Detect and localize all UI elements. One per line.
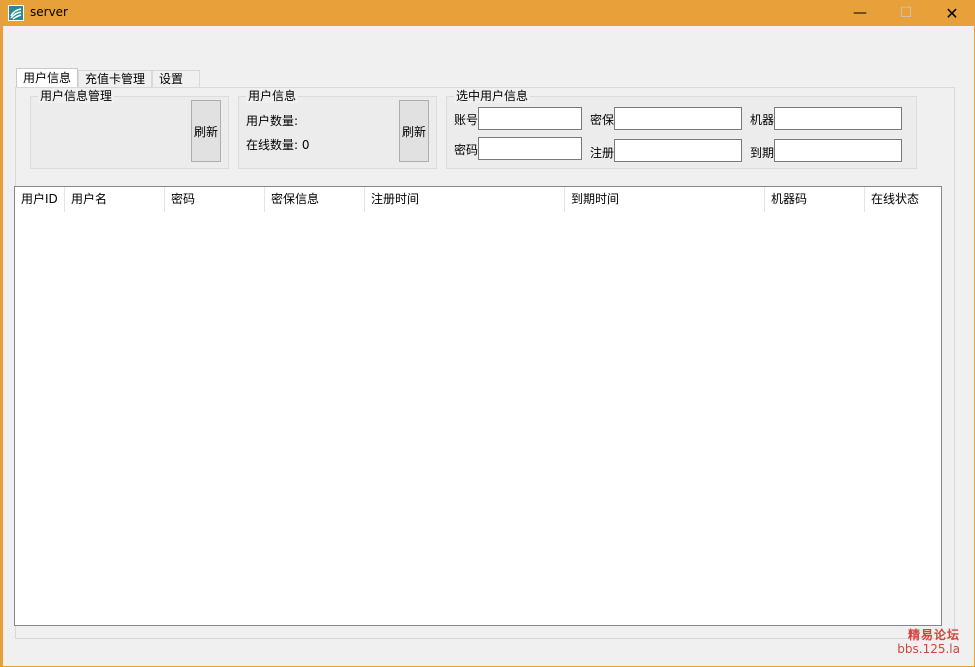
expire-label: 到期 — [750, 146, 775, 160]
watermark-url: bbs.125.la — [897, 642, 960, 656]
maximize-button[interactable]: ☐ — [883, 0, 929, 26]
refresh-button[interactable]: 刷新 — [399, 100, 429, 162]
security-field[interactable] — [614, 107, 742, 130]
security-label: 密保 — [590, 113, 615, 127]
column-header-online-status[interactable]: 在线状态 — [865, 187, 941, 212]
user-info-group: 用户信息 用户数量: 在线数量: 0 刷新 — [238, 89, 437, 169]
watermark: 精易论坛 bbs.125.la — [897, 628, 960, 656]
tab-user-info[interactable]: 用户信息 — [16, 68, 79, 88]
tab-recharge-card[interactable]: 充值卡管理 — [78, 70, 153, 87]
user-count-label: 用户数量: — [246, 114, 299, 128]
app-icon — [8, 5, 24, 21]
account-label: 账号 — [454, 113, 479, 127]
app-window: server — ☐ ✕ 用户信息 充值卡管理 设置 用户信息管理 刷新 用户信… — [0, 0, 975, 667]
tab-bar: 用户信息 充值卡管理 设置 — [16, 68, 201, 88]
password-field[interactable] — [478, 137, 582, 160]
close-icon: ✕ — [945, 3, 959, 23]
close-button[interactable]: ✕ — [929, 0, 975, 26]
column-header-user-id[interactable]: 用户ID — [15, 187, 65, 212]
minimize-button[interactable]: — — [837, 0, 883, 26]
user-mgmt-group: 用户信息管理 刷新 — [30, 89, 229, 169]
account-field[interactable] — [478, 107, 582, 130]
watermark-title: 精易论坛 — [907, 628, 960, 642]
group-title: 用户信息管理 — [38, 89, 115, 103]
tab-settings[interactable]: 设置 — [152, 70, 201, 87]
online-count-value: 0 — [301, 138, 310, 152]
column-header-security-info[interactable]: 密保信息 — [265, 187, 365, 212]
selected-user-group: 选中用户信息 账号 密保 机器 密码 注册 到期 — [446, 89, 917, 169]
column-header-register-time[interactable]: 注册时间 — [365, 187, 565, 212]
group-title: 用户信息 — [246, 89, 299, 103]
refresh-button[interactable]: 刷新 — [191, 100, 221, 162]
column-header-password[interactable]: 密码 — [165, 187, 265, 212]
register-field[interactable] — [614, 139, 742, 162]
online-count-label: 在线数量: 0 — [246, 136, 310, 153]
machine-field[interactable] — [774, 107, 902, 130]
expire-field[interactable] — [774, 139, 902, 162]
column-header-expire-time[interactable]: 到期时间 — [565, 187, 765, 212]
minimize-icon: — — [853, 5, 867, 21]
online-count-text: 在线数量: — [246, 138, 299, 152]
column-header-machine-code[interactable]: 机器码 — [765, 187, 865, 212]
machine-label: 机器 — [750, 113, 775, 127]
password-label: 密码 — [454, 143, 479, 157]
user-table[interactable]: 用户ID 用户名 密码 密保信息 注册时间 到期时间 机器码 在线状态 — [14, 186, 942, 626]
maximize-icon: ☐ — [899, 5, 913, 21]
column-header-username[interactable]: 用户名 — [65, 187, 165, 212]
table-header: 用户ID 用户名 密码 密保信息 注册时间 到期时间 机器码 在线状态 — [15, 187, 941, 212]
window-title: server — [30, 5, 68, 19]
register-label: 注册 — [590, 146, 615, 160]
group-title: 选中用户信息 — [454, 89, 531, 103]
title-bar[interactable]: server — ☐ ✕ — [3, 0, 975, 26]
